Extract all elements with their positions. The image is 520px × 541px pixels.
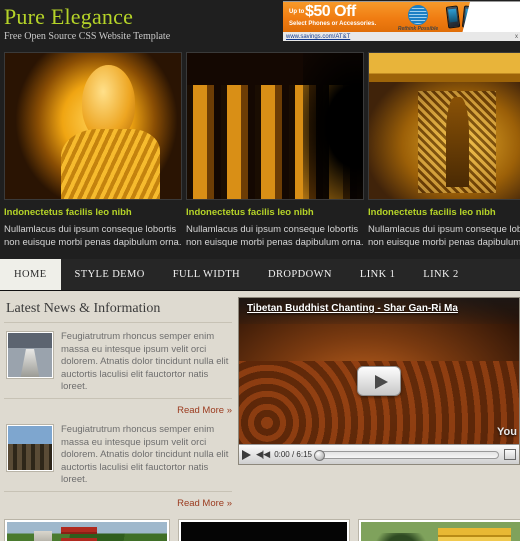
nav-item-dropdown[interactable]: DROPDOWN — [254, 259, 346, 290]
nav-item-style-demo[interactable]: STYLE DEMO — [61, 259, 159, 290]
content-area: Latest News & Information Feugiatrutrum … — [0, 291, 520, 509]
nav-item-home[interactable]: HOME — [0, 259, 61, 290]
hero-gallery: Indonectetus facilis leo nibh Nullamlacu… — [0, 46, 520, 259]
video-controls: ◀|◀ 0:00 / 6:15 — [239, 444, 519, 464]
golden-buddha-statue-image[interactable] — [4, 52, 182, 200]
ad-url-text[interactable]: www.savings.com/AT&T — [286, 34, 350, 40]
news-thumbnail[interactable] — [6, 331, 54, 379]
japanese-garden-pagoda-image — [7, 521, 167, 541]
list-item[interactable]: Feugiatrutrum rhoncus semper enim massa … — [4, 416, 232, 492]
fullscreen-icon[interactable] — [504, 449, 516, 460]
ad-price-label: $50 Off — [305, 3, 356, 20]
news-section-heading: Latest News & Information — [4, 297, 232, 323]
list-item[interactable]: Feugiatrutrum rhoncus semper enim massa … — [4, 323, 232, 399]
golden-pavilion-image — [361, 521, 520, 541]
play-icon[interactable] — [242, 449, 251, 460]
play-icon[interactable] — [357, 366, 401, 396]
advertisement-banner[interactable]: Up to $50 Off Select Phones or Accessori… — [283, 1, 520, 41]
att-logo: Rethink Possible — [395, 5, 441, 32]
gallery-item[interactable] — [358, 518, 520, 541]
gallery-item[interactable] — [178, 518, 350, 541]
ad-subtitle-label: Select Phones or Accessories. — [289, 21, 377, 27]
site-header: Pure Elegance Free Open Source CSS Websi… — [0, 0, 520, 46]
video-player[interactable]: Tibetan Buddhist Chanting - Shar Gan-Ri … — [238, 297, 520, 465]
hero-card-body: Nullamlacus dui ipsum conseque lobortis … — [368, 224, 520, 248]
bottom-gallery — [0, 508, 520, 541]
phone-image-1 — [445, 5, 461, 29]
ad-close-icon[interactable]: x — [515, 32, 518, 41]
nav-item-full-width[interactable]: FULL WIDTH — [159, 259, 254, 290]
video-column: Tibetan Buddhist Chanting - Shar Gan-Ri … — [238, 297, 520, 509]
main-navigation: HOME STYLE DEMO FULL WIDTH DROPDOWN LINK… — [0, 259, 520, 291]
hero-card[interactable]: Indonectetus facilis leo nibh Nullamlacu… — [186, 52, 364, 249]
ad-url-bar[interactable]: www.savings.com/AT&T x — [283, 32, 520, 41]
gallery-item[interactable] — [4, 518, 170, 541]
hero-card-body: Nullamlacus dui ipsum conseque lobortis … — [4, 224, 182, 248]
news-column: Latest News & Information Feugiatrutrum … — [4, 297, 232, 509]
youtube-watermark: You — [497, 426, 517, 438]
scrubber-handle[interactable] — [314, 449, 325, 461]
news-thumbnail[interactable] — [6, 423, 54, 472]
nav-item-link-2[interactable]: LINK 2 — [409, 259, 472, 290]
golden-temple-columns-image[interactable] — [186, 52, 364, 200]
castle-ruins-image — [8, 425, 52, 470]
hero-card[interactable]: Indonectetus facilis leo nibh Nullamlacu… — [368, 52, 520, 249]
ornate-golden-carving-image[interactable] — [368, 52, 520, 200]
video-scrubber[interactable] — [314, 449, 499, 461]
ad-upto-label: Up to — [289, 9, 305, 15]
hero-card[interactable]: Indonectetus facilis leo nibh Nullamlacu… — [4, 52, 182, 249]
volume-icon[interactable]: ◀|◀ — [256, 449, 270, 460]
hero-card-title: Indonectetus facilis leo nibh — [186, 207, 314, 218]
read-more-link[interactable]: Read More » — [4, 498, 232, 509]
hero-card-title: Indonectetus facilis leo nibh — [368, 207, 496, 218]
mayan-pyramid-image — [8, 333, 52, 377]
read-more-link[interactable]: Read More » — [4, 405, 232, 416]
video-title-link[interactable]: Tibetan Buddhist Chanting - Shar Gan-Ri … — [247, 303, 458, 314]
hero-card-body: Nullamlacus dui ipsum conseque lobortis … — [186, 224, 364, 248]
ad-creative[interactable]: Up to $50 Off Select Phones or Accessori… — [283, 2, 520, 32]
singapore-skyline-night-image — [181, 521, 347, 541]
ad-save-button[interactable]: Save — [471, 5, 517, 14]
nav-item-link-1[interactable]: LINK 1 — [346, 259, 409, 290]
news-item-text: Feugiatrutrum rhoncus semper enim massa … — [61, 423, 229, 486]
hero-card-title: Indonectetus facilis leo nibh — [4, 207, 132, 218]
news-item-text: Feugiatrutrum rhoncus semper enim massa … — [61, 331, 229, 393]
ad-save-subtext: Shop now and save today — [472, 17, 515, 27]
video-time-display: 0:00 / 6:15 — [274, 450, 312, 459]
phone-image-2 — [461, 5, 477, 29]
att-globe-icon — [408, 5, 428, 25]
